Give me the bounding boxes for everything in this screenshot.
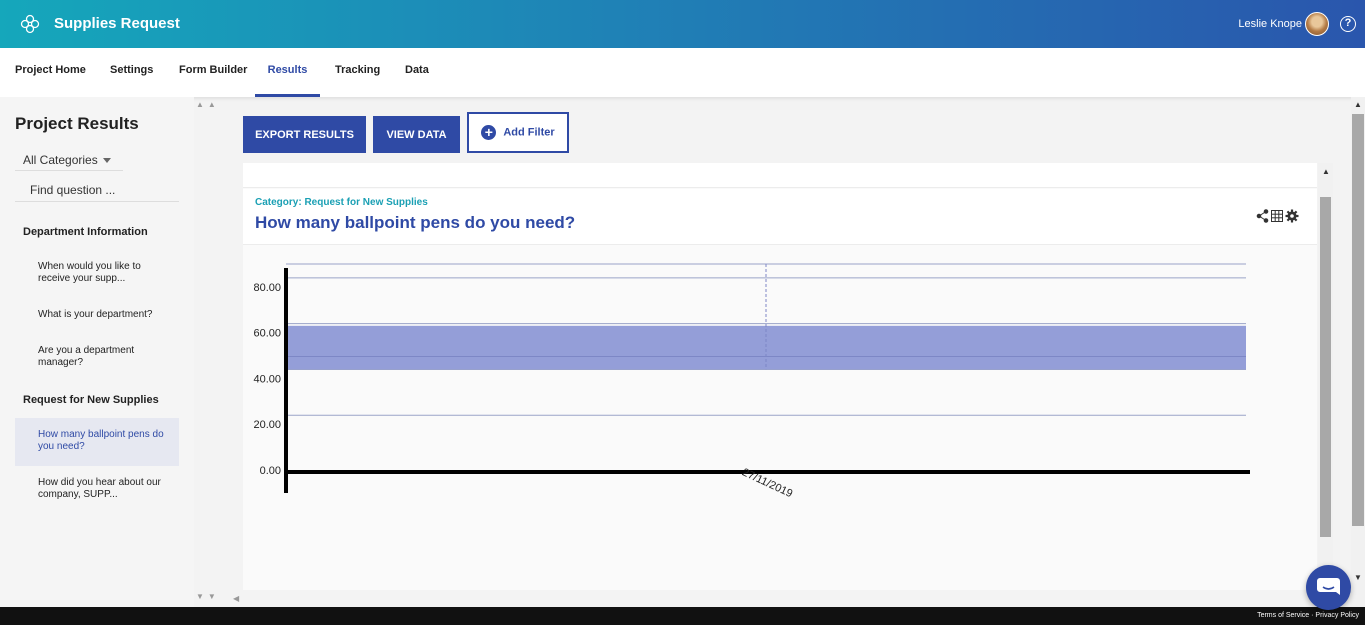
sidebar-group-request-for-new-supplies[interactable]: Request for New Supplies: [23, 394, 159, 406]
sidebar-item[interactable]: Are you a department manager?: [15, 340, 179, 374]
page-scrollbar[interactable]: ▲ ▼: [1351, 97, 1365, 607]
sidebar-title: Project Results: [15, 114, 139, 133]
tab-results[interactable]: Results: [255, 48, 320, 97]
question-header: Category: Request for New Supplies How m…: [243, 189, 1317, 245]
chat-icon: [1317, 578, 1340, 595]
previous-card-edge: [243, 163, 1317, 188]
sidebar-item[interactable]: When would you like to receive your supp…: [15, 256, 179, 290]
privacy-link[interactable]: Privacy Policy: [1315, 612, 1359, 619]
footer: Terms of Service · Privacy Policy: [0, 607, 1365, 625]
tab-tracking[interactable]: Tracking: [335, 48, 380, 97]
scroll-up-icon[interactable]: ▲: [1322, 167, 1330, 176]
chart-tools: [1256, 209, 1299, 223]
export-results-button[interactable]: EXPORT RESULTS: [243, 116, 366, 153]
y-tick-label: 0.00: [260, 465, 281, 477]
table-grid-icon[interactable]: [1271, 210, 1283, 222]
user-name[interactable]: Leslie Knope: [1238, 18, 1302, 30]
tab-form-builder[interactable]: Form Builder: [179, 48, 247, 97]
terms-link[interactable]: Terms of Service: [1257, 612, 1309, 619]
tab-project-home[interactable]: Project Home: [15, 48, 86, 97]
question-category: Category: Request for New Supplies: [255, 197, 428, 208]
sidebar-group-department-information[interactable]: Department Information: [23, 226, 148, 238]
app-title: Supplies Request: [54, 15, 180, 32]
sidebar-scroll-up-icon[interactable]: ▲▲: [196, 100, 226, 109]
add-filter-button[interactable]: + Add Filter: [467, 112, 569, 153]
question-search-input[interactable]: [15, 179, 179, 202]
y-tick-label: 20.00: [253, 419, 281, 431]
help-icon[interactable]: ?: [1340, 16, 1356, 32]
panel-scrollbar[interactable]: ▲: [1318, 163, 1333, 590]
scroll-up-icon[interactable]: ▲: [1354, 100, 1362, 109]
avatar[interactable]: [1305, 12, 1329, 36]
range-band: [286, 325, 1246, 370]
y-tick-label: 60.00: [253, 328, 281, 340]
category-select[interactable]: All Categories: [15, 147, 123, 171]
sidebar-item[interactable]: What is your department?: [15, 304, 179, 326]
main-nav: Project Home Settings Form Builder Resul…: [0, 48, 1365, 97]
plus-circle-icon: +: [481, 125, 497, 140]
y-tick-label: 40.00: [253, 373, 281, 385]
sidebar-scroll-down-icon[interactable]: ▼▼: [196, 592, 226, 601]
share-icon[interactable]: [1256, 209, 1269, 223]
sidebar-item-active[interactable]: How many ballpoint pens do you need?: [15, 418, 179, 466]
gear-icon[interactable]: [1285, 209, 1299, 223]
scroll-left-icon[interactable]: ◀: [233, 594, 239, 603]
sidebar: Project Results All Categories Departmen…: [0, 97, 194, 607]
sidebar-item[interactable]: How did you hear about our company, SUPP…: [15, 472, 179, 506]
y-tick-label: 80.00: [253, 282, 281, 294]
chat-launcher-button[interactable]: [1306, 565, 1351, 610]
category-select-label: All Categories: [23, 153, 98, 167]
scroll-down-icon[interactable]: ▼: [1354, 573, 1362, 582]
panel-scroll-thumb[interactable]: [1320, 197, 1331, 537]
question-title: How many ballpoint pens do you need?: [255, 213, 576, 232]
add-filter-label: Add Filter: [503, 126, 555, 139]
chevron-down-icon: [102, 158, 111, 164]
view-data-button[interactable]: VIEW DATA: [373, 116, 460, 153]
tab-settings[interactable]: Settings: [110, 48, 153, 97]
page-scroll-thumb[interactable]: [1352, 114, 1364, 526]
tab-data[interactable]: Data: [405, 48, 429, 97]
flower-logo-icon[interactable]: [20, 14, 40, 34]
top-header: Supplies Request Leslie Knope ?: [0, 0, 1365, 48]
results-chart: 80.0060.0040.0020.000.00 27/11/2019: [253, 263, 1250, 500]
